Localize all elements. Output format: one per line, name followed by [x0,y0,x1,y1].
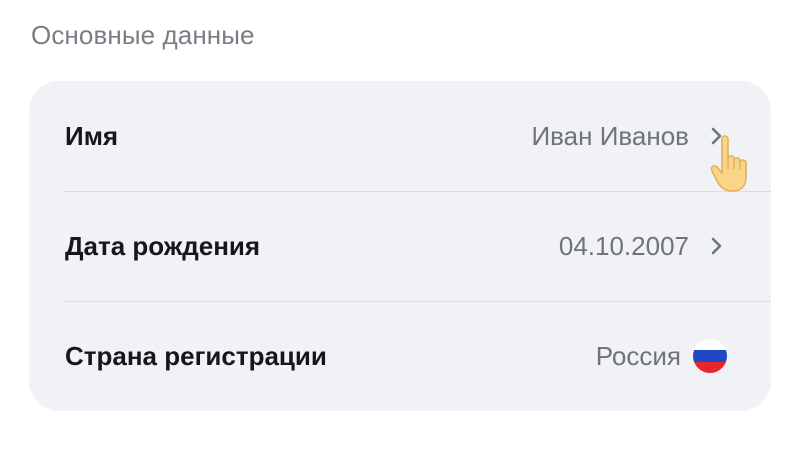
row-registration-country-label: Страна регистрации [65,341,327,371]
section-title: Основные данные [31,20,255,50]
chevron-right-icon [707,236,727,256]
page: Основные данные Имя Иван Иванов Дата рож… [0,0,800,450]
basic-info-card: Имя Иван Иванов Дата рождения 04.10.2007… [29,81,771,411]
row-registration-country-value: Россия [595,341,681,371]
row-birth-date-label: Дата рождения [65,231,261,261]
russia-flag-icon [693,339,727,373]
chevron-right-icon [707,126,727,146]
row-registration-country[interactable]: Страна регистрации Россия [29,301,771,411]
row-name-label: Имя [65,121,119,151]
row-name[interactable]: Имя Иван Иванов [29,81,771,191]
row-birth-date[interactable]: Дата рождения 04.10.2007 [29,191,771,301]
row-birth-date-value: 04.10.2007 [558,231,689,261]
row-name-value: Иван Иванов [531,121,689,151]
